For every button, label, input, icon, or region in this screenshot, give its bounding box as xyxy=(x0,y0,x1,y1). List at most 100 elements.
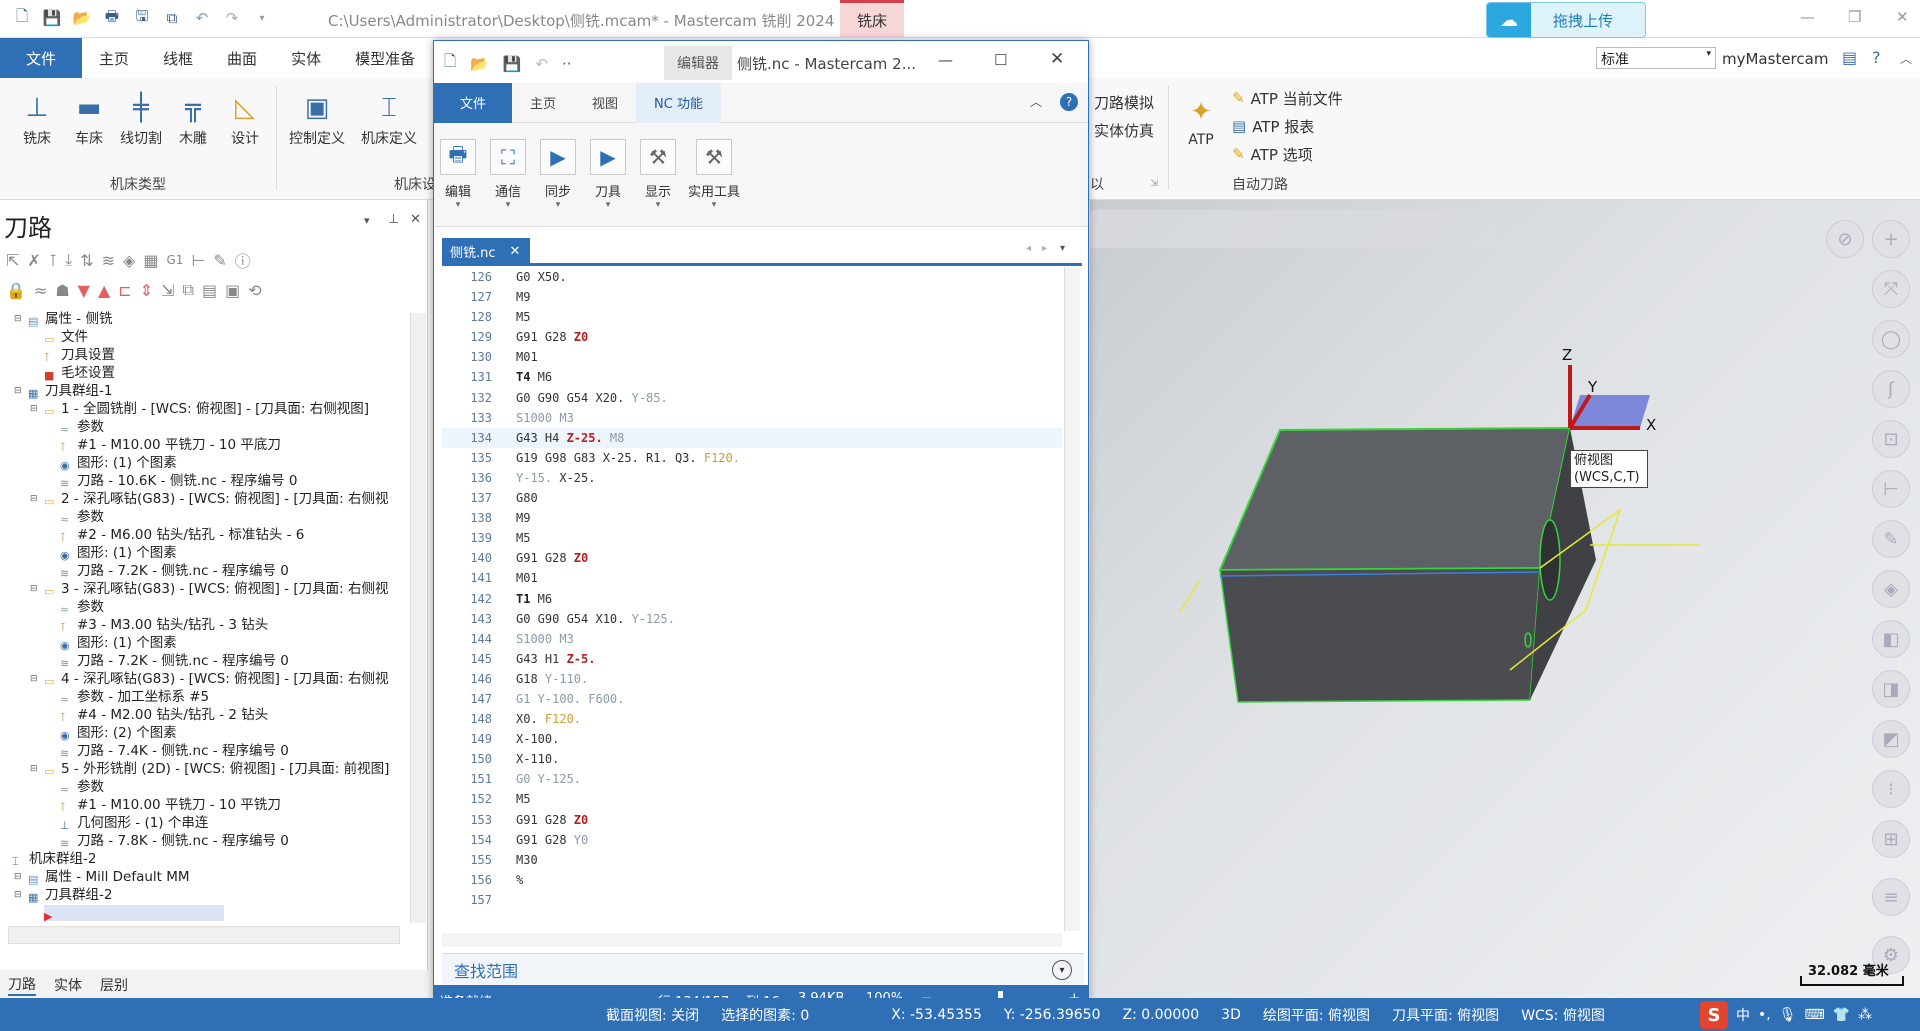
help-icon[interactable]: ? xyxy=(1872,48,1881,67)
code-line[interactable]: 138 M9 xyxy=(442,508,1062,528)
tool-tool[interactable]: ▶ 刀具 ▾ xyxy=(584,139,632,210)
tree-node[interactable]: ⊟ ▦ 刀具群组-2 xyxy=(8,886,413,904)
minimize-icon[interactable]: — xyxy=(938,51,953,69)
view-select[interactable]: 标准 ▾ xyxy=(1596,47,1716,69)
list-view-icon[interactable]: ▤ xyxy=(202,281,217,300)
group-display-icon[interactable]: ⧉ xyxy=(183,280,194,300)
tree-node[interactable]: ≈ 参数 xyxy=(8,598,413,616)
tree-node[interactable]: ■ 毛坯设置 xyxy=(8,364,413,382)
ime-icon[interactable]: 中 xyxy=(1736,1005,1750,1025)
fit-icon[interactable]: ⤧ xyxy=(1872,270,1910,308)
code-line[interactable]: 148 X0. F120. xyxy=(442,709,1062,729)
tree-node[interactable]: ≋ 刀路 - 7.2K - 侧铣.nc - 程序编号 0 xyxy=(8,562,413,580)
hst-icon[interactable]: ⊢ xyxy=(191,251,205,270)
help-circle-icon[interactable]: ⓘ xyxy=(235,248,251,272)
code-horizontal-scrollbar[interactable] xyxy=(442,933,1062,947)
tree-node[interactable]: ⊟ ▦ 刀具群组-1 xyxy=(8,382,413,400)
shirt-icon[interactable]: 👕 xyxy=(1833,1007,1850,1023)
menu-solids[interactable]: 实体 xyxy=(274,38,338,78)
deselect-icon[interactable]: ✗ xyxy=(27,251,40,270)
design-button[interactable]: ◺ 设计 xyxy=(220,88,270,148)
context-tab-mill[interactable]: 铣床 xyxy=(840,0,904,38)
tree-node[interactable]: ⌶ 机床群组-2 xyxy=(8,850,413,868)
shade-icon[interactable]: ◈ xyxy=(1872,570,1910,608)
code-line[interactable]: 133 S1000 M3 xyxy=(442,408,1062,428)
code-line[interactable]: 130 M01 xyxy=(442,347,1062,367)
code-line[interactable]: 152 M5 xyxy=(442,789,1062,809)
open-file-icon[interactable]: 📂 xyxy=(470,55,489,73)
layers-icon[interactable]: ≡ xyxy=(1872,878,1910,916)
my-mastercam-link[interactable]: myMastercam xyxy=(1722,50,1828,68)
code-line[interactable]: 127 M9 xyxy=(442,287,1062,307)
customize-qat-icon[interactable]: ▾ xyxy=(250,6,274,30)
tree-node[interactable]: ≈ 参数 - 加工坐标系 #5 xyxy=(8,688,413,706)
tree-vertical-scrollbar[interactable] xyxy=(410,313,426,923)
keyboard-icon[interactable]: ⌨ xyxy=(1805,1007,1825,1023)
tree-node[interactable]: ≈ 参数 xyxy=(8,778,413,796)
editor-context-tab[interactable]: 编辑器 xyxy=(664,46,732,80)
edit-tool[interactable]: 🖶 编辑 ▾ xyxy=(434,139,482,210)
more-icon[interactable]: ·· xyxy=(562,55,572,73)
tree-node[interactable]: ⊺ #1 - M10.00 平铣刀 - 10 平底刀 xyxy=(8,436,413,454)
edit-icon[interactable]: ✎ xyxy=(213,251,226,270)
tree-node[interactable]: ≈ 参数 xyxy=(8,508,413,526)
control-def-button[interactable]: ▣ 控制定义 xyxy=(286,88,348,148)
editor-menu-view[interactable]: 视图 xyxy=(574,83,636,123)
find-range-bar[interactable]: 查找范围 ▾ xyxy=(442,953,1084,985)
tree-node[interactable]: ⊟ ▭ 2 - 深孔啄钻(G83) - [WCS: 俯视图] - [刀具面: 右侧视 xyxy=(8,490,413,508)
wcs-status[interactable]: WCS: 俯视图 xyxy=(1521,1005,1605,1025)
code-line[interactable]: 136 Y-15. X-25. xyxy=(442,468,1062,488)
tree-node[interactable]: ▭ 文件 xyxy=(8,328,413,346)
machine-def-button[interactable]: ⌶ 机床定义 xyxy=(358,88,420,148)
color-icon[interactable]: ◨ xyxy=(1872,670,1910,708)
move-up-icon[interactable]: ▲ xyxy=(98,281,110,300)
expander-icon[interactable]: ⊟ xyxy=(14,382,22,400)
editor-menu-file[interactable]: 文件 xyxy=(434,82,513,123)
tree-node[interactable]: ≋ 刀路 - 7.4K - 侧铣.nc - 程序编号 0 xyxy=(8,742,413,760)
menu-wireframe[interactable]: 线框 xyxy=(146,38,210,78)
collapse-ribbon-icon[interactable]: ︿ xyxy=(1900,50,1912,67)
tree-node[interactable]: ◉ 图形: (1) 个图素 xyxy=(8,544,413,562)
editor-menu-home[interactable]: 主页 xyxy=(512,83,574,123)
file-tab[interactable]: 侧铣.nc ✕ xyxy=(442,238,530,264)
code-line[interactable]: 157 xyxy=(442,890,1062,910)
insert-arrow-icon[interactable]: ⊏ xyxy=(118,281,131,300)
code-area[interactable]: 126 G0 X50. 127 M9 128 M5 129 G91 G28 Z0 130 M01 1… xyxy=(442,267,1062,957)
undo-icon[interactable]: ↶ xyxy=(535,55,548,73)
no-entry-icon[interactable]: ⊘ xyxy=(1826,220,1864,258)
tab-solids[interactable]: 实体 xyxy=(54,975,82,995)
atp-button[interactable]: ✦ ATP xyxy=(1176,92,1226,148)
tree-node[interactable]: ≋ 刀路 - 7.8K - 侧铣.nc - 程序编号 0 xyxy=(8,832,413,850)
help-icon[interactable]: ? xyxy=(1060,93,1078,111)
atp-report-item[interactable]: ▤ ATP 报表 xyxy=(1232,112,1343,140)
pin-icon[interactable]: ⊥ xyxy=(388,212,399,227)
comm-tool[interactable]: ⛶ 通信 ▾ xyxy=(484,139,532,210)
viewport-toolbar[interactable] xyxy=(1090,210,1500,248)
tree-node[interactable]: ⊺ #4 - M2.00 钻头/钻孔 - 2 钻头 xyxy=(8,706,413,724)
code-line[interactable]: 147 G1 Y-100. F600. xyxy=(442,689,1062,709)
mill-button[interactable]: ⊥ 铣床 xyxy=(12,88,62,148)
expander-icon[interactable]: ⊟ xyxy=(30,400,38,418)
tree-node[interactable]: ◉ 图形: (1) 个图素 xyxy=(8,454,413,472)
tab-levels[interactable]: 层别 xyxy=(100,975,128,995)
post-icon[interactable]: G1 xyxy=(166,253,183,267)
single-display-icon[interactable]: ⇲ xyxy=(161,281,174,300)
code-line[interactable]: 155 M30 xyxy=(442,850,1062,870)
code-line[interactable]: 143 G0 G90 G54 X10. Y-125. xyxy=(442,609,1062,629)
code-line[interactable]: 146 G18 Y-110. xyxy=(442,669,1062,689)
tree-node[interactable]: ⊟ ▭ 3 - 深孔啄钻(G83) - [WCS: 俯视图] - [刀具面: 右侧视 xyxy=(8,580,413,598)
editor-menu-nc[interactable]: NC 功能 xyxy=(636,82,721,123)
backplot-icon[interactable]: ≋ xyxy=(102,251,115,270)
minimize-icon[interactable]: — xyxy=(1800,8,1815,26)
ime-logo-icon[interactable]: S xyxy=(1700,1001,1728,1029)
select-tool-icon[interactable]: ⊺ xyxy=(49,251,57,270)
post-toggle-icon[interactable]: ☗ xyxy=(55,281,69,300)
restore-icon[interactable]: ❐ xyxy=(1848,8,1861,26)
select-all-icon[interactable]: ⇱ xyxy=(6,251,19,270)
construction-plane[interactable]: 绘图平面: 俯视图 xyxy=(1263,1005,1370,1025)
tree-node[interactable]: ⊟ ▭ 4 - 深孔啄钻(G83) - [WCS: 俯视图] - [刀具面: 右侧视 xyxy=(8,670,413,688)
save-as-icon[interactable]: 🖫 xyxy=(130,6,154,30)
code-line[interactable]: 128 M5 xyxy=(442,307,1062,327)
code-vertical-scrollbar[interactable] xyxy=(1064,267,1080,931)
tree-node[interactable]: ⊟ ▭ 1 - 全圆铣削 - [WCS: 俯视图] - [刀具面: 右侧视图] xyxy=(8,400,413,418)
